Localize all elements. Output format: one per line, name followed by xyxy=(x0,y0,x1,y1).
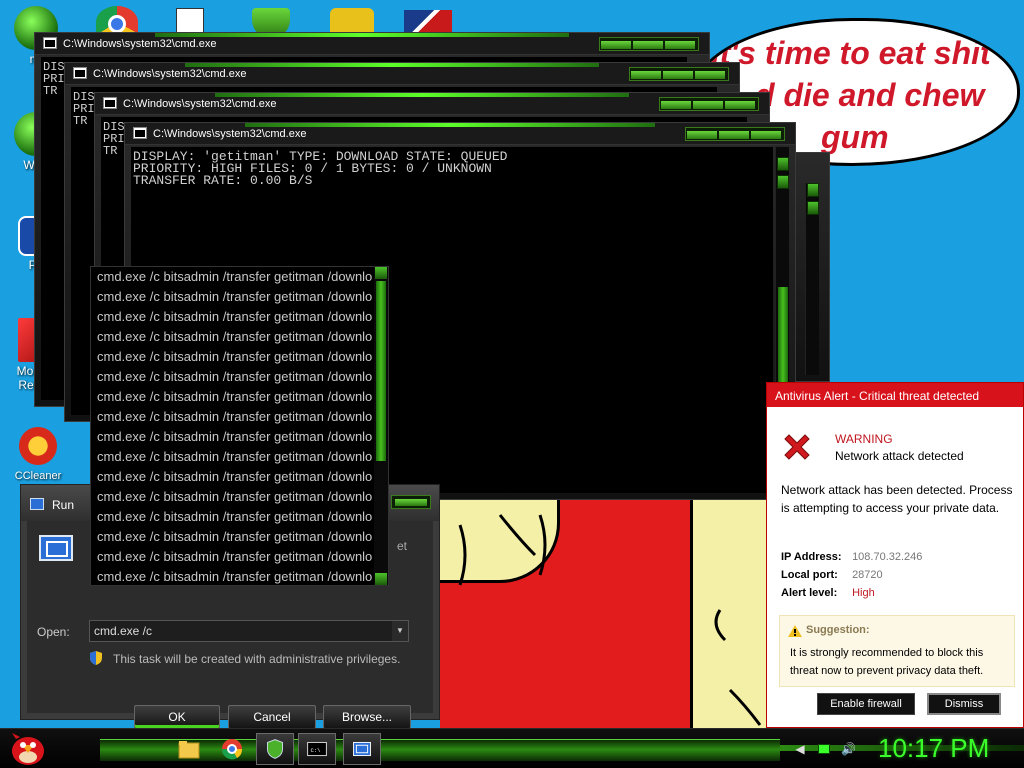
alert-level-row: Alert level: High xyxy=(781,587,875,599)
chrome-icon[interactable] xyxy=(219,736,245,762)
angry-bird-icon xyxy=(12,733,44,765)
autocomplete-item[interactable]: cmd.exe /c bitsadmin /transfer getitman … xyxy=(91,307,373,327)
desktop-icon-ccleaner[interactable]: CCleaner xyxy=(6,424,70,482)
warning-triangle-icon xyxy=(788,625,802,637)
cartoon-drawing xyxy=(440,495,770,730)
autocomplete-item[interactable]: cmd.exe /c bitsadmin /transfer getitman … xyxy=(91,327,373,347)
chevron-down-icon[interactable]: ▼ xyxy=(392,621,408,641)
admin-privileges-message: This task will be created with administr… xyxy=(113,652,401,666)
scroll-down-button[interactable] xyxy=(777,175,789,189)
desktop-icon-label: CCleaner xyxy=(14,470,62,482)
ccleaner-icon xyxy=(16,424,60,468)
suggestion-text: It is strongly recommended to block this… xyxy=(790,647,984,677)
warning-subheading: Network attack detected xyxy=(835,449,964,463)
port-row: Local port: 28720 xyxy=(781,569,883,581)
autocomplete-item[interactable]: cmd.exe /c bitsadmin /transfer getitman … xyxy=(91,447,373,467)
cmd-app-icon xyxy=(43,37,57,49)
bubble-line-2: d die and chew xyxy=(755,77,985,113)
enable-firewall-button[interactable]: Enable firewall xyxy=(817,693,915,715)
taskbar-security-button[interactable] xyxy=(256,733,294,765)
autocomplete-item[interactable]: cmd.exe /c bitsadmin /transfer getitman … xyxy=(91,467,373,487)
alert-level-label: Alert level: xyxy=(781,587,838,599)
alert-level-value: High xyxy=(852,587,875,599)
taskbar-clock[interactable]: 10:17 PM xyxy=(878,733,989,764)
window-controls[interactable] xyxy=(659,97,759,111)
scroll-down-button[interactable] xyxy=(375,573,387,585)
autocomplete-item[interactable]: cmd.exe /c bitsadmin /transfer getitman … xyxy=(91,267,373,287)
uac-shield-icon xyxy=(90,651,102,665)
suggestion-box: Suggestion: It is strongly recommended t… xyxy=(779,615,1015,687)
open-label: Open: xyxy=(37,625,70,639)
autocomplete-scrollbar[interactable] xyxy=(374,267,388,585)
alert-title: Antivirus Alert - Critical threat detect… xyxy=(767,383,1023,407)
antivirus-alert-popup[interactable]: Antivirus Alert - Critical threat detect… xyxy=(766,382,1024,728)
autocomplete-item[interactable]: cmd.exe /c bitsadmin /transfer getitman … xyxy=(91,287,373,307)
run-autocomplete-list[interactable]: cmd.exe /c bitsadmin /transfer getitman … xyxy=(90,266,389,586)
run-icon xyxy=(30,498,44,510)
show-hidden-icons-icon[interactable]: ◀ xyxy=(793,742,807,756)
run-title-text: Run xyxy=(52,498,75,512)
warning-heading: WARNING xyxy=(835,432,893,446)
ip-label: IP Address: xyxy=(781,551,842,563)
autocomplete-item[interactable]: cmd.exe /c bitsadmin /transfer getitman … xyxy=(91,407,373,427)
cmd-app-icon xyxy=(73,67,87,79)
network-icon[interactable] xyxy=(817,742,831,756)
autocomplete-item[interactable]: cmd.exe /c bitsadmin /transfer getitman … xyxy=(91,367,373,387)
ip-row: IP Address: 108.70.32.246 xyxy=(781,551,922,563)
close-button[interactable] xyxy=(391,495,431,509)
run-description-fragment: et xyxy=(397,539,408,553)
autocomplete-item[interactable]: cmd.exe /c bitsadmin /transfer getitman … xyxy=(91,427,373,447)
scroll-up-button[interactable] xyxy=(375,267,387,279)
autocomplete-item[interactable]: cmd.exe /c bitsadmin /transfer getitman … xyxy=(91,347,373,367)
cmd-title-text: C:\Windows\system32\cmd.exe xyxy=(153,128,307,140)
bubble-line-1: it's time to eat shit xyxy=(711,35,991,71)
bubble-line-3: gum xyxy=(821,119,889,155)
ok-button[interactable]: OK xyxy=(134,705,220,729)
autocomplete-item[interactable]: cmd.exe /c bitsadmin /transfer getitman … xyxy=(91,487,373,507)
red-x-icon xyxy=(784,434,810,460)
window-controls[interactable] xyxy=(685,127,785,141)
browse-button[interactable]: Browse... xyxy=(323,705,411,729)
folder-icon[interactable] xyxy=(176,736,202,762)
start-button[interactable] xyxy=(8,731,48,767)
console-line: TR xyxy=(43,84,58,98)
window-controls[interactable] xyxy=(629,67,729,81)
taskbar-cmd-button[interactable]: C:\ xyxy=(298,733,336,765)
console-line: TR xyxy=(73,114,88,128)
suggestion-heading: Suggestion: xyxy=(806,624,870,636)
autocomplete-item[interactable]: cmd.exe /c bitsadmin /transfer getitman … xyxy=(91,567,373,585)
cancel-button[interactable]: Cancel xyxy=(228,705,316,729)
svg-text:C:\: C:\ xyxy=(310,747,321,754)
run-program-icon xyxy=(39,535,73,561)
open-input[interactable]: cmd.exe /c ▼ xyxy=(89,620,409,642)
open-input-value: cmd.exe /c xyxy=(94,624,153,638)
scroll-up-button[interactable] xyxy=(777,157,789,171)
ip-value: 108.70.32.246 xyxy=(852,551,923,563)
taskbar-run-button[interactable] xyxy=(343,733,381,765)
port-label: Local port: xyxy=(781,569,838,581)
cmd-app-icon xyxy=(133,127,147,139)
autocomplete-item[interactable]: cmd.exe /c bitsadmin /transfer getitman … xyxy=(91,387,373,407)
autocomplete-item[interactable]: cmd.exe /c bitsadmin /transfer getitman … xyxy=(91,547,373,567)
taskbar: C:\ ◀ 🔊 10:17 PM xyxy=(0,728,1024,768)
cmd-title-text: C:\Windows\system32\cmd.exe xyxy=(123,98,277,110)
scroll-thumb[interactable] xyxy=(376,281,386,461)
autocomplete-item[interactable]: cmd.exe /c bitsadmin /transfer getitman … xyxy=(91,507,373,527)
dismiss-button[interactable]: Dismiss xyxy=(927,693,1001,715)
cmd-app-icon xyxy=(103,97,117,109)
console-line: TR xyxy=(103,144,118,158)
cmd-title-text: C:\Windows\system32\cmd.exe xyxy=(63,38,217,50)
autocomplete-item[interactable]: cmd.exe /c bitsadmin /transfer getitman … xyxy=(91,527,373,547)
alert-description: Network attack has been detected. Proces… xyxy=(781,483,1013,515)
cmd-title-text: C:\Windows\system32\cmd.exe xyxy=(93,68,247,80)
port-value: 28720 xyxy=(852,569,883,581)
window-controls[interactable] xyxy=(599,37,699,51)
volume-icon[interactable]: 🔊 xyxy=(841,742,856,756)
